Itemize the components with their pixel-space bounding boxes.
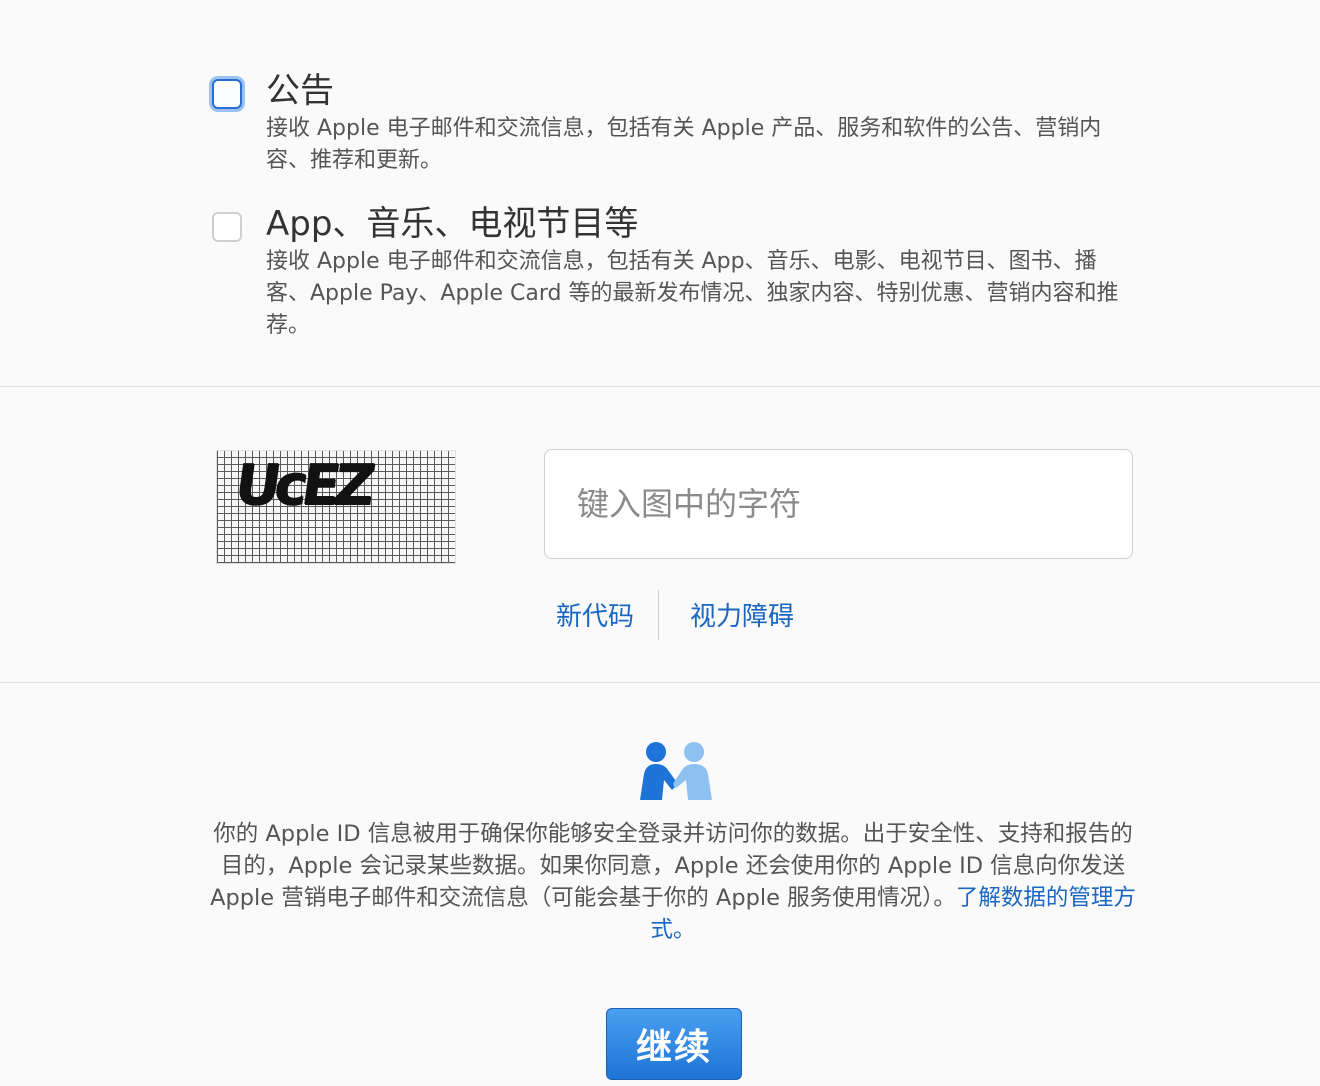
section-divider-2 <box>0 682 1320 683</box>
privacy-statement: 你的 Apple ID 信息被用于确保你能够安全登录并访问你的数据。出于安全性、… <box>206 818 1140 946</box>
new-code-link[interactable]: 新代码 <box>556 596 634 633</box>
announcements-title: 公告 <box>266 71 334 111</box>
app-music-tv-description: 接收 Apple 电子邮件和交流信息，包括有关 App、音乐、电影、电视节目、图… <box>266 249 1119 338</box>
app-music-tv-checkbox[interactable] <box>212 212 242 242</box>
captcha-input[interactable] <box>544 449 1133 559</box>
captcha-link-separator <box>658 590 659 640</box>
marketing-options-section: 公告 接收 Apple 电子邮件和交流信息，包括有关 Apple 产品、服务和软… <box>0 0 1320 386</box>
captcha-image-text: UcEZ <box>230 453 374 518</box>
vision-impaired-link[interactable]: 视力障碍 <box>690 596 794 633</box>
announcements-checkbox[interactable] <box>212 79 242 109</box>
handshake-people-icon <box>640 742 712 800</box>
continue-button[interactable]: 继续 <box>606 1008 742 1080</box>
announcements-description: 接收 Apple 电子邮件和交流信息，包括有关 Apple 产品、服务和软件的公… <box>266 116 1102 173</box>
app-music-tv-title: App、音乐、电视节目等 <box>266 204 639 244</box>
captcha-image: UcEZ <box>216 450 456 564</box>
